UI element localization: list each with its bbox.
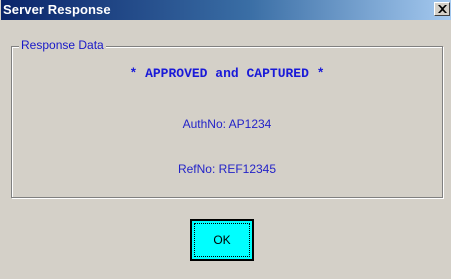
approval-status-text: * APPROVED and CAPTURED * — [129, 66, 325, 81]
ok-button[interactable]: OK — [190, 219, 254, 261]
ref-number-text: RefNo: REF12345 — [177, 162, 277, 176]
auth-number-text: AuthNo: AP1234 — [182, 117, 272, 131]
server-response-dialog: Server Response Response Data * APPROVED… — [0, 0, 451, 279]
window-title: Server Response — [3, 2, 111, 17]
close-icon — [438, 5, 447, 13]
title-bar[interactable]: Server Response — [1, 0, 451, 20]
close-button[interactable] — [434, 2, 450, 16]
group-legend: Response Data — [19, 38, 106, 52]
ok-button-label: OK — [213, 233, 231, 247]
